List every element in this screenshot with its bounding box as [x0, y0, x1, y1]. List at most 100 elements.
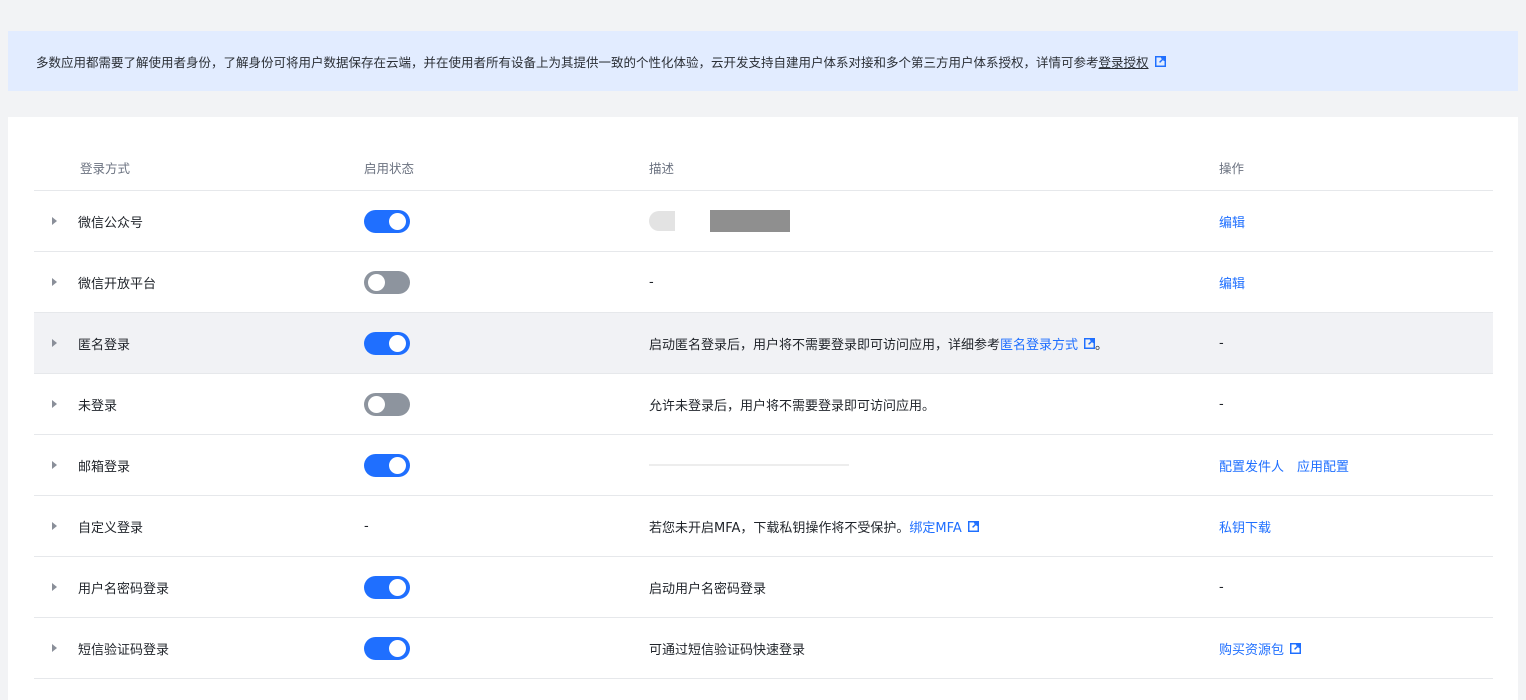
description-text: 可通过短信验证码快速登录: [649, 642, 806, 658]
expand-caret-icon[interactable]: [52, 400, 57, 408]
operation-cell: -: [1219, 374, 1224, 434]
operation-cell: -: [1219, 313, 1224, 373]
toggle-knob: [389, 578, 406, 596]
enable-toggle-switch[interactable]: [364, 453, 410, 477]
notice-text: 多数应用都需要了解使用者身份，了解身份可将用户数据保存在云端，并在使用者所有设备…: [36, 54, 1099, 70]
login-method-label: 邮箱登录: [78, 459, 131, 475]
header-login-method: 登录方式: [80, 161, 131, 176]
header-operation: 操作: [1219, 161, 1245, 176]
description-link[interactable]: 绑定MFA: [909, 517, 961, 536]
expand-caret-icon[interactable]: [52, 278, 57, 286]
redacted-block: [710, 210, 790, 232]
enable-toggle-switch[interactable]: [364, 636, 410, 660]
info-notice-bar: 多数应用都需要了解使用者身份，了解身份可将用户数据保存在云端，并在使用者所有设备…: [8, 31, 1518, 91]
description-text: 允许未登录后，用户将不需要登录即可访问应用。: [649, 398, 936, 414]
login-method-name: 短信验证码登录: [52, 618, 169, 678]
redacted-block: [649, 211, 675, 231]
description-cell: 允许未登录后，用户将不需要登录即可访问应用。: [649, 374, 935, 434]
operation-cell: 编辑: [1219, 191, 1245, 251]
description-text: 若您未开启MFA，下载私钥操作将不受保护。: [649, 520, 910, 536]
login-method-name: 微信公众号: [52, 191, 143, 251]
redacted-block: [649, 464, 849, 466]
description-cell: [649, 435, 849, 495]
description-cell: -: [649, 252, 654, 312]
enable-toggle-switch[interactable]: [364, 209, 410, 233]
enable-toggle-switch[interactable]: [364, 331, 410, 355]
external-link-icon[interactable]: [1154, 55, 1166, 67]
toggle-knob: [389, 456, 406, 474]
table-row: 自定义登录 - 若您未开启MFA，下载私钥操作将不受保护。 绑定MFA 私钥下载: [34, 496, 1493, 557]
status-cell: [364, 252, 410, 312]
login-method-label: 微信开放平台: [78, 276, 157, 292]
login-auth-link[interactable]: 登录授权: [1099, 52, 1149, 71]
description-cell: [649, 191, 790, 251]
table-header: 登录方式 启用状态 描述 操作: [34, 145, 1493, 191]
login-method-label: 短信验证码登录: [78, 642, 170, 658]
login-method-name: 自定义登录: [52, 496, 143, 556]
toggle-knob: [368, 273, 385, 291]
login-method-label: 匿名登录: [78, 337, 131, 353]
description-cell: 启动用户名密码登录: [649, 557, 766, 617]
description-cell: 若您未开启MFA，下载私钥操作将不受保护。 绑定MFA: [649, 496, 979, 556]
description-text: 启动匿名登录后，用户将不需要登录即可访问应用，详细参考: [649, 337, 1001, 353]
operation-text: -: [1219, 396, 1224, 412]
external-link-icon[interactable]: [1290, 642, 1302, 654]
enable-toggle-switch[interactable]: [364, 392, 410, 416]
status-cell: [364, 557, 410, 617]
table-row: 匿名登录 启动匿名登录后，用户将不需要登录即可访问应用，详细参考 匿名登录方式 。 -: [34, 313, 1493, 374]
description-link[interactable]: 匿名登录方式: [1000, 334, 1078, 353]
login-method-label: 用户名密码登录: [78, 581, 170, 597]
operation-link[interactable]: 编辑: [1219, 212, 1245, 231]
status-cell: [364, 313, 410, 373]
status-cell: [364, 191, 410, 251]
description-cell: 可通过短信验证码快速登录: [649, 618, 805, 678]
operation-cell: 购买资源包: [1219, 618, 1302, 678]
description-suffix: 。: [1095, 337, 1109, 353]
expand-caret-icon[interactable]: [52, 522, 57, 530]
operation-link[interactable]: 编辑: [1219, 273, 1245, 292]
operation-cell: 私钥下载: [1219, 496, 1271, 556]
status-text: -: [364, 518, 369, 534]
login-methods-panel: 登录方式 启用状态 描述 操作 微信公众号 编辑 微信开放平台 - 编辑 匿名登录 启动匿名…: [8, 117, 1518, 700]
description-text: -: [649, 274, 654, 290]
expand-caret-icon[interactable]: [52, 461, 57, 469]
operation-cell: -: [1219, 557, 1224, 617]
header-description: 描述: [649, 161, 675, 176]
redacted-description: [649, 464, 849, 466]
enable-toggle-switch[interactable]: [364, 575, 410, 599]
operation-link[interactable]: 应用配置: [1297, 456, 1349, 475]
operation-link[interactable]: 配置发件人: [1219, 456, 1284, 475]
external-link-icon[interactable]: [1084, 337, 1096, 349]
description-text: 启动用户名密码登录: [649, 581, 767, 597]
toggle-knob: [389, 334, 406, 352]
redacted-description: [649, 210, 790, 232]
description-cell: 启动匿名登录后，用户将不需要登录即可访问应用，详细参考 匿名登录方式 。: [649, 313, 1108, 373]
status-cell: [364, 435, 410, 495]
enable-toggle-switch[interactable]: [364, 270, 410, 294]
header-status: 启用状态: [364, 161, 415, 176]
operation-link[interactable]: 私钥下载: [1219, 517, 1271, 536]
login-method-label: 自定义登录: [78, 520, 144, 536]
expand-caret-icon[interactable]: [52, 217, 57, 225]
operation-link[interactable]: 购买资源包: [1219, 639, 1284, 658]
login-method-name: 邮箱登录: [52, 435, 130, 495]
login-method-label: 未登录: [78, 398, 118, 414]
toggle-knob: [389, 212, 406, 230]
table-row: 未登录 允许未登录后，用户将不需要登录即可访问应用。 -: [34, 374, 1493, 435]
table-row: 微信开放平台 - 编辑: [34, 252, 1493, 313]
external-link-icon[interactable]: [967, 520, 979, 532]
expand-caret-icon[interactable]: [52, 583, 57, 591]
table-body: 微信公众号 编辑 微信开放平台 - 编辑 匿名登录 启动匿名登录后，用户将不需要登录即可访问…: [34, 191, 1493, 679]
operation-text: -: [1219, 579, 1224, 595]
login-method-name: 微信开放平台: [52, 252, 156, 312]
login-method-name: 匿名登录: [52, 313, 130, 373]
table-row: 短信验证码登录 可通过短信验证码快速登录 购买资源包: [34, 618, 1493, 679]
operation-cell: 编辑: [1219, 252, 1245, 312]
login-method-label: 微信公众号: [78, 215, 144, 231]
expand-caret-icon[interactable]: [52, 644, 57, 652]
login-method-name: 用户名密码登录: [52, 557, 169, 617]
table-row: 用户名密码登录 启动用户名密码登录 -: [34, 557, 1493, 618]
status-cell: [364, 618, 410, 678]
operation-text: -: [1219, 335, 1224, 351]
expand-caret-icon[interactable]: [52, 339, 57, 347]
